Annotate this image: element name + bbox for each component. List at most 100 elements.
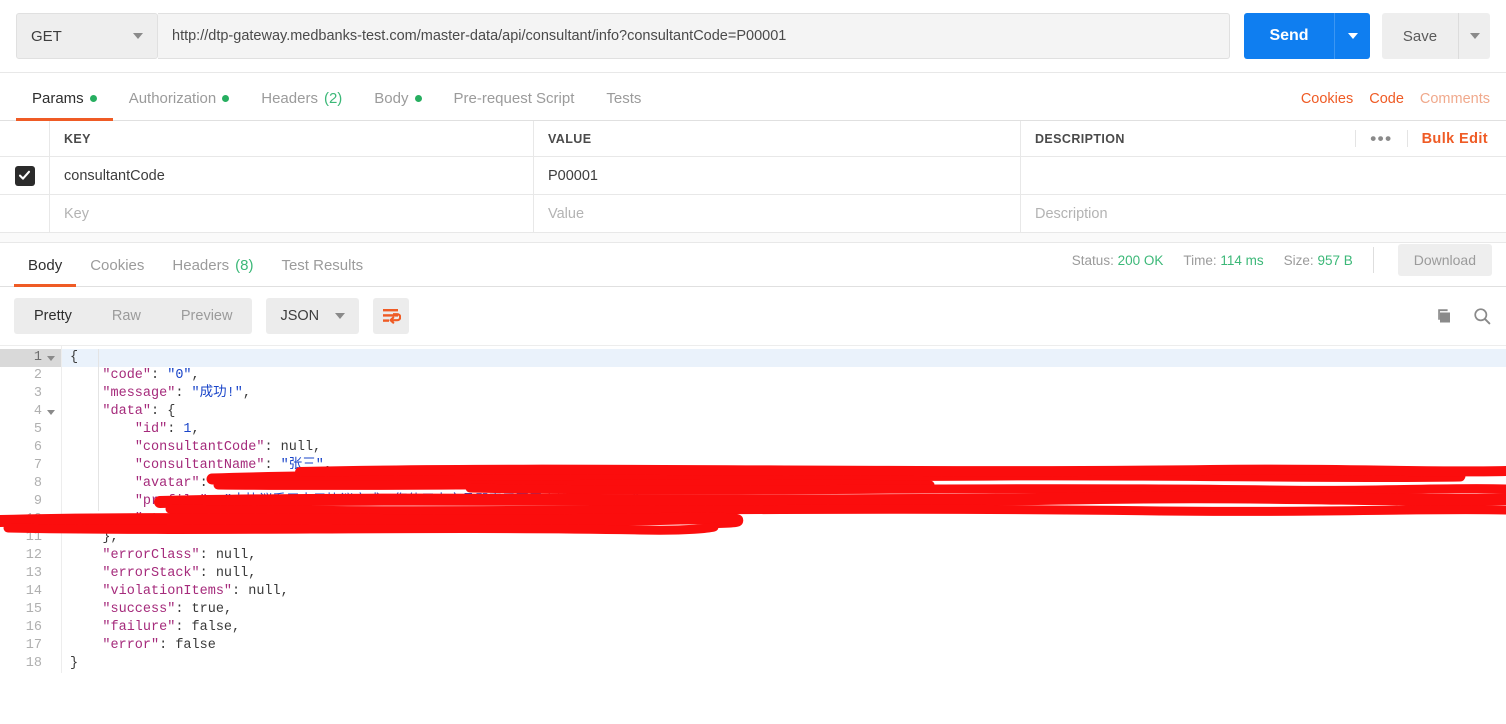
response-body-viewer[interactable]: 1 2 3 4 5 6 7 8 9 10 11 12 13 14 15 16 17 18 { "code": "0… (0, 345, 1506, 703)
code-line: }, (102, 530, 119, 545)
save-options-button[interactable] (1458, 13, 1490, 59)
view-mode-raw[interactable]: Raw (92, 298, 161, 334)
response-tab-headers-label: Headers (172, 257, 230, 274)
response-tab-cookies[interactable]: Cookies (76, 257, 158, 286)
status-label: Status: (1071, 252, 1114, 268)
code-line: "data": { (102, 404, 176, 419)
response-tab-headers[interactable]: Headers (8) (158, 257, 267, 286)
save-button-group: Save (1382, 13, 1490, 59)
line-number-label: 10 (25, 512, 42, 527)
params-table: KEY VALUE DESCRIPTION ••• Bulk Edit cons… (0, 121, 1506, 233)
line-number: 11 (0, 529, 61, 547)
word-wrap-button[interactable] (373, 298, 410, 334)
code-line: "status": 1 (134, 512, 224, 527)
more-options-icon[interactable]: ••• (1355, 130, 1408, 147)
code-line: "errorStack": null, (102, 566, 257, 581)
line-number: 1 (0, 349, 61, 367)
param-key-input[interactable]: consultantCode (50, 157, 534, 194)
copy-button[interactable] (1434, 306, 1454, 326)
line-number-label: 1 (33, 350, 42, 365)
code-content[interactable]: { "code": "0", "message": "成功!", "data":… (62, 346, 1506, 673)
chevron-down-icon (1469, 33, 1480, 39)
table-row: consultantCode P00001 (0, 157, 1506, 195)
response-tab-test-results[interactable]: Test Results (267, 257, 377, 286)
tab-body[interactable]: Body (358, 90, 437, 120)
view-mode-pretty[interactable]: Pretty (14, 298, 92, 334)
param-value-input[interactable]: P00001 (534, 157, 1021, 194)
response-divider (0, 233, 1506, 243)
line-number-label: 5 (33, 422, 42, 437)
line-number: 10 (0, 511, 61, 529)
line-number-label: 4 (33, 404, 42, 419)
param-key-input-empty[interactable]: Key (50, 195, 534, 232)
code-line: "success": true, (102, 602, 233, 617)
tab-tests[interactable]: Tests (590, 90, 657, 120)
download-button[interactable]: Download (1397, 244, 1492, 276)
params-header-key: KEY (50, 121, 534, 156)
code-line: "message": "成功!", (102, 386, 251, 401)
request-tabs: Params Authorization Headers (2) Body Pr… (0, 73, 1506, 121)
response-tab-body-label: Body (28, 257, 63, 274)
comments-link[interactable]: Comments (1420, 91, 1490, 107)
line-number: 7 (0, 457, 61, 475)
word-wrap-icon (382, 309, 401, 324)
fold-arrow-icon[interactable] (47, 355, 55, 361)
line-number-label: 11 (25, 530, 42, 545)
chevron-down-icon (1347, 33, 1358, 39)
modified-dot-icon (414, 95, 422, 102)
tab-tests-label: Tests (606, 90, 642, 107)
line-number: 13 (0, 565, 61, 583)
response-toolbar-right (1434, 306, 1492, 326)
params-header-check-cell (0, 121, 50, 156)
response-tab-test-results-label: Test Results (281, 257, 364, 274)
param-description-input[interactable] (1021, 157, 1506, 194)
response-tab-body[interactable]: Body (14, 257, 77, 287)
response-tabs: Body Cookies Headers (8) Test Results St… (0, 243, 1506, 287)
line-number: 2 (0, 367, 61, 385)
param-enabled-checkbox-cell-empty (0, 195, 50, 232)
tab-params[interactable]: Params (16, 90, 113, 121)
line-number-label: 7 (33, 458, 42, 473)
code-line: "code": "0", (102, 368, 200, 383)
param-description-input-empty[interactable]: Description (1021, 195, 1506, 232)
code-line: "avatar": "https://mlab.....public....13… (134, 476, 621, 491)
table-row: Key Value Description (0, 195, 1506, 233)
tab-pre-request-script[interactable]: Pre-request Script (438, 90, 591, 120)
time-value: 114 ms (1220, 252, 1264, 268)
tab-authorization[interactable]: Authorization (113, 90, 246, 120)
line-number-label: 12 (25, 548, 42, 563)
line-number: 3 (0, 385, 61, 403)
tab-headers-label: Headers (261, 90, 318, 107)
tab-headers[interactable]: Headers (2) (245, 90, 358, 120)
save-button[interactable]: Save (1382, 13, 1458, 59)
search-button[interactable] (1472, 306, 1492, 326)
code-area: 1 2 3 4 5 6 7 8 9 10 11 12 13 14 15 16 17 18 { "code": "0… (0, 346, 1506, 673)
param-value-input-empty[interactable]: Value (534, 195, 1021, 232)
status-value: 200 OK (1117, 252, 1164, 268)
params-header-description: DESCRIPTION (1035, 131, 1125, 146)
response-tab-cookies-label: Cookies (90, 257, 145, 274)
status-group: Status: 200 OK (1072, 253, 1164, 268)
code-line: } (70, 656, 79, 671)
view-mode-preview[interactable]: Preview (161, 298, 253, 334)
bulk-edit-link[interactable]: Bulk Edit (1408, 131, 1492, 147)
response-view-mode-group: Pretty Raw Preview (14, 298, 253, 334)
http-method-select[interactable]: GET (16, 13, 158, 59)
send-button[interactable]: Send (1244, 13, 1334, 59)
url-input[interactable]: http://dtp-gateway.medbanks-test.com/mas… (158, 13, 1230, 59)
code-link[interactable]: Code (1369, 91, 1404, 107)
code-line: "failure": false, (102, 620, 241, 635)
line-number-label: 6 (33, 440, 42, 455)
line-number: 9 (0, 493, 61, 511)
line-number-label: 3 (33, 386, 42, 401)
cookies-link[interactable]: Cookies (1301, 91, 1353, 107)
modified-dot-icon (222, 95, 230, 102)
send-button-group: Send (1244, 13, 1370, 59)
send-options-button[interactable] (1334, 13, 1370, 59)
line-number: 4 (0, 403, 61, 421)
line-number-label: 15 (25, 602, 42, 617)
response-language-select[interactable]: JSON (266, 298, 360, 334)
fold-arrow-icon[interactable] (47, 409, 55, 415)
tab-params-label: Params (32, 90, 84, 107)
param-enabled-checkbox[interactable] (14, 165, 35, 186)
